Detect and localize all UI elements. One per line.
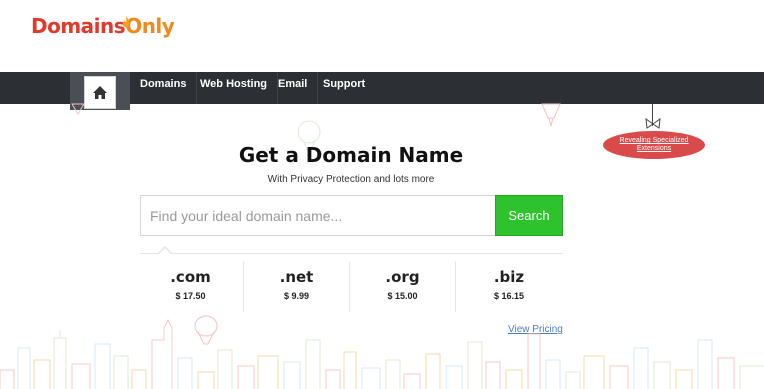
- home-icon: [93, 86, 107, 99]
- brand-name-part1: Domains: [31, 14, 126, 38]
- tld-extension: .com: [170, 268, 211, 286]
- pointer-arrow-inner: [159, 248, 171, 254]
- tld-extension: .org: [385, 268, 420, 286]
- nav-item-email[interactable]: Email: [268, 72, 319, 104]
- page-subtitle: With Privacy Protection and lots more: [267, 174, 435, 185]
- search-button[interactable]: Search: [495, 195, 563, 236]
- city-skyline-illustration: [0, 315, 764, 389]
- tld-extension: .biz: [493, 268, 525, 286]
- nav-item-web-hosting[interactable]: Web Hosting: [190, 72, 279, 104]
- home-button[interactable]: [84, 76, 116, 109]
- divider: [140, 253, 563, 254]
- brand-logo[interactable]: DomainsOnly: [31, 14, 175, 38]
- kite-icon: [71, 103, 85, 115]
- nav-item-support[interactable]: Support: [313, 72, 375, 104]
- brand-name-part2: Only: [125, 14, 175, 38]
- nav-item-domains[interactable]: Domains: [130, 72, 198, 104]
- tld-extension: .net: [279, 268, 314, 286]
- bow-icon: [645, 118, 661, 129]
- site-header: DomainsOnly: [0, 0, 764, 72]
- domain-search-input[interactable]: [141, 196, 496, 235]
- balloon-icon: [541, 103, 561, 127]
- page-title: Get a Domain Name: [238, 143, 464, 167]
- flame-icon: [122, 16, 130, 28]
- search-box: [140, 195, 496, 236]
